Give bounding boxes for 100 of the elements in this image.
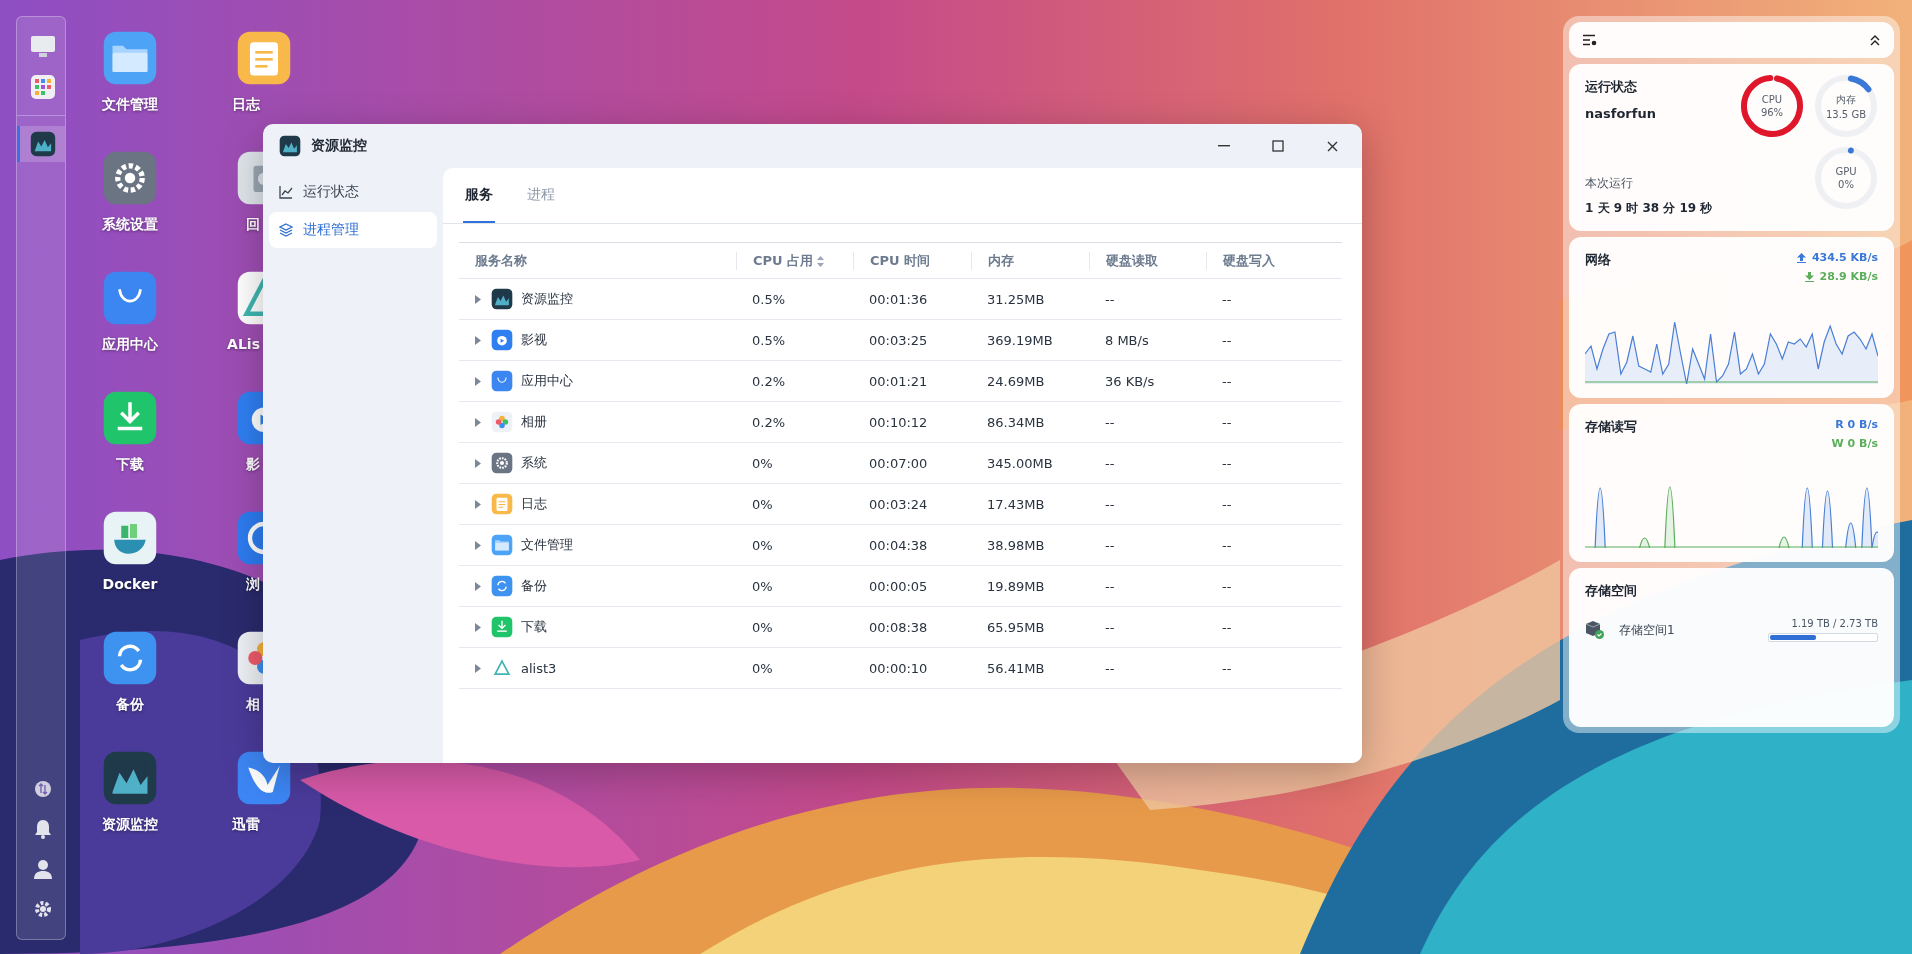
tab[interactable]: 进程 <box>525 168 557 223</box>
table-cell-text: -- <box>1221 373 1233 389</box>
table-cell-text: 8 MB/s <box>1104 332 1150 348</box>
table-cell-text: 65.95MB <box>986 619 1046 635</box>
table-cell: 应用中心 <box>521 372 573 390</box>
table-cell-text: -- <box>1104 414 1116 430</box>
table-cell-text: 00:04:38 <box>868 537 929 553</box>
gauge-label: GPU <box>1835 166 1857 177</box>
close-icon <box>1326 140 1338 152</box>
expand-button[interactable] <box>473 416 483 428</box>
expand-button[interactable] <box>473 621 483 633</box>
table-cell-text: 86.34MB <box>986 414 1046 430</box>
table-cell-text: 17.43MB <box>986 496 1046 512</box>
expand-button[interactable] <box>473 580 483 592</box>
column-header: 服务名称 <box>475 252 527 270</box>
table-cell-text: 0.2% <box>751 373 787 389</box>
widget-settings-button[interactable] <box>1583 34 1597 46</box>
gauge-label: CPU <box>1761 94 1783 105</box>
expand-button[interactable] <box>473 375 483 387</box>
desktop-icon-label[interactable]: 资源监控 <box>102 816 158 834</box>
table-cell: 系统 <box>521 454 547 472</box>
layers-icon <box>279 223 293 237</box>
gauge-value: 0% <box>1838 179 1854 190</box>
desktop-icon-label[interactable]: 备份 <box>116 696 144 714</box>
window-title: 资源监控 <box>311 137 368 155</box>
desktop-icon-label[interactable]: Docker <box>102 576 158 592</box>
expand-button[interactable] <box>473 334 483 346</box>
desktop-icon-label[interactable]: 迅雷 <box>232 816 260 834</box>
uptime: 1 天 9 时 38 分 19 秒 <box>1585 200 1713 217</box>
gauge-label: 内存 <box>1836 92 1856 107</box>
expand-button[interactable] <box>473 498 483 510</box>
flower-icon <box>491 411 513 433</box>
table-cell-text: 00:01:21 <box>868 373 929 389</box>
table-cell-text: -- <box>1104 455 1116 471</box>
table-cell-text: 00:10:12 <box>868 414 929 430</box>
table-cell-text: -- <box>1104 578 1116 594</box>
table-cell-text: 00:03:25 <box>868 332 929 348</box>
chart-icon <box>491 288 513 310</box>
maximize-icon <box>1272 140 1284 152</box>
desktop-icon-label[interactable]: 回 <box>246 216 260 234</box>
table-cell-text: 19.89MB <box>986 578 1046 594</box>
desktop-icon-label[interactable]: 日志 <box>232 96 260 114</box>
tab[interactable]: 服务 <box>463 168 495 223</box>
download-rate: 28.9 KB/s <box>1819 270 1878 283</box>
write-rate: W 0 B/s <box>1831 437 1878 450</box>
table-cell: 相册 <box>521 413 547 431</box>
sidebar-item[interactable]: 进程管理 <box>269 212 437 248</box>
table-cell-text: -- <box>1221 332 1233 348</box>
table-cell: 资源监控 <box>521 290 573 308</box>
shopping-bag-icon <box>491 370 513 392</box>
monitor-icon <box>29 35 56 59</box>
line-chart-icon <box>279 185 293 199</box>
list-settings-icon <box>1583 34 1597 46</box>
table-cell-text: 00:00:10 <box>868 660 929 676</box>
desktop-icon-label[interactable]: 浏 <box>246 576 260 594</box>
table-cell-text: 31.25MB <box>986 291 1046 307</box>
expand-button[interactable] <box>473 457 483 469</box>
desktop-icon-label[interactable]: 下载 <box>116 456 144 474</box>
column-header: 内存 <box>988 252 1014 270</box>
desktop-icon-label[interactable]: ALis <box>227 336 260 352</box>
table-cell: 备份 <box>521 577 547 595</box>
expand-button[interactable] <box>473 293 483 305</box>
desktop-icon-label[interactable]: 系统设置 <box>102 216 158 234</box>
table-cell-text: -- <box>1104 537 1116 553</box>
desktop-icon-label[interactable]: 影 <box>246 456 260 474</box>
table-cell-text: 0.2% <box>751 414 787 430</box>
uptime-label: 本次运行 <box>1585 175 1634 192</box>
folder-icon <box>491 534 513 556</box>
column-header: 硬盘读取 <box>1106 252 1158 270</box>
table-cell-text: 0% <box>751 619 774 635</box>
sort-icon[interactable] <box>817 255 825 267</box>
collapse-button[interactable] <box>1870 34 1880 46</box>
desktop-icon-label[interactable]: 应用中心 <box>102 336 158 354</box>
desktop-icon-label[interactable]: 相 <box>246 696 260 714</box>
card-title: 存储空间 <box>1585 582 1638 600</box>
card-title: 网络 <box>1585 251 1611 269</box>
dock-app-button[interactable] <box>17 126 65 162</box>
hostname: nasforfun <box>1585 106 1657 121</box>
chart-icon <box>279 135 301 157</box>
sidebar-item[interactable]: 运行状态 <box>269 174 437 210</box>
table-cell-text: -- <box>1221 660 1233 676</box>
table-cell-text: 345.00MB <box>986 455 1054 471</box>
expand-button[interactable] <box>473 539 483 551</box>
table-cell-text: 00:00:05 <box>868 578 929 594</box>
read-peak <box>1801 487 1813 548</box>
table-cell: alist3 <box>521 660 557 676</box>
table-cell-text: -- <box>1221 455 1233 471</box>
desktop-icon-label[interactable]: 文件管理 <box>102 96 158 114</box>
upload-icon <box>1796 252 1806 263</box>
table-cell-text: 00:08:38 <box>868 619 929 635</box>
read-peak <box>1821 490 1834 548</box>
upload-rate: 434.5 KB/s <box>1811 251 1878 264</box>
download-icon <box>491 616 513 638</box>
expand-button[interactable] <box>473 662 483 674</box>
table-cell-text: -- <box>1221 496 1233 512</box>
app-grid-icon <box>30 75 55 99</box>
read-peak <box>1594 487 1606 548</box>
table-cell-text: 0% <box>751 578 774 594</box>
table-cell-text: -- <box>1221 537 1233 553</box>
table-cell-text: -- <box>1221 578 1233 594</box>
